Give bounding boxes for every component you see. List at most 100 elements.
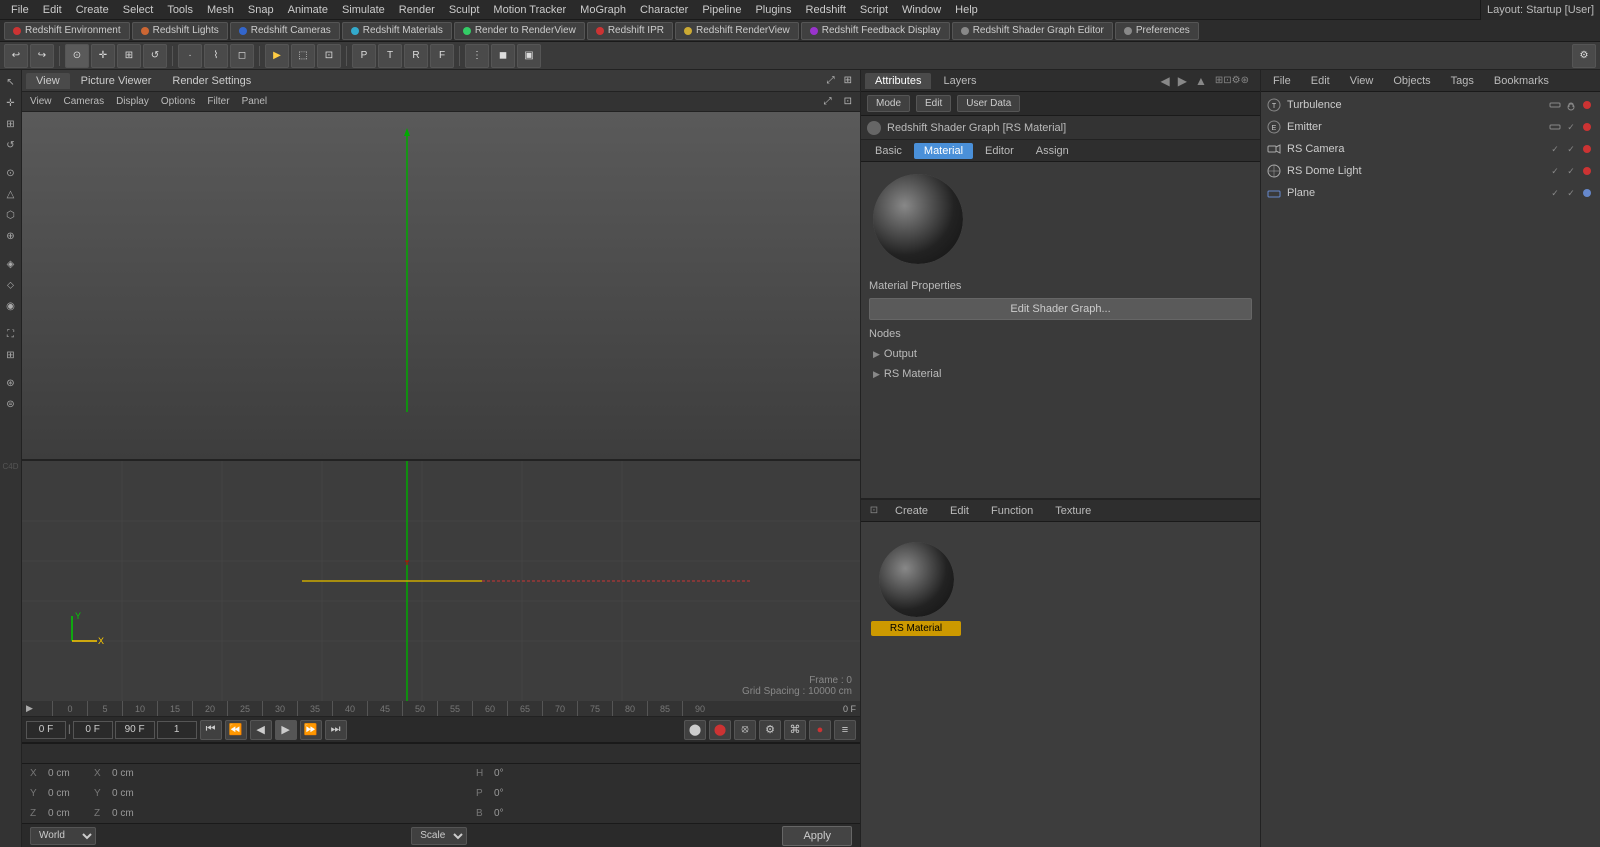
obj-tab-objects[interactable]: Objects <box>1385 73 1438 89</box>
btn-stop[interactable]: ⏩ <box>300 720 322 740</box>
rs-environment-btn[interactable]: Redshift Environment <box>4 22 130 40</box>
mat-tab-assign[interactable]: Assign <box>1026 143 1079 159</box>
frame-sub-input[interactable] <box>73 721 113 739</box>
edit-shader-btn[interactable]: Edit Shader Graph... <box>869 298 1252 320</box>
tool-edge-mode[interactable]: ⌇ <box>204 44 228 68</box>
rs-render-btn[interactable]: Render to RenderView <box>454 22 585 40</box>
tool-rotate[interactable]: ↺ <box>143 44 167 68</box>
sidebar-tool8[interactable]: ⛶ <box>1 324 21 344</box>
turbulence-red-btn[interactable] <box>1580 98 1594 112</box>
rs-renderview-btn[interactable]: Redshift RenderView <box>675 22 799 40</box>
rscamera-red-btn[interactable] <box>1580 142 1594 156</box>
attr-nav-icons[interactable]: ⊞⊡⚙⊛ <box>1212 75 1252 86</box>
scale-dropdown[interactable]: Scale <box>411 827 467 845</box>
sidebar-tool3[interactable]: ⬡ <box>1 205 21 225</box>
menu-help[interactable]: Help <box>948 2 985 18</box>
tool-poly-mode[interactable]: ◻ <box>230 44 254 68</box>
btn-prev-frame[interactable]: ⏪ <box>225 720 247 740</box>
obj-tab-bookmarks[interactable]: Bookmarks <box>1486 73 1557 89</box>
rs-prefs-btn[interactable]: Preferences <box>1115 22 1199 40</box>
domelight-check-btn[interactable]: ✓ <box>1564 164 1578 178</box>
tool-camera-front[interactable]: F <box>430 44 454 68</box>
obj-plane[interactable]: Plane ✓ ✓ <box>1263 182 1598 204</box>
obj-tab-tags[interactable]: Tags <box>1443 73 1482 89</box>
btn-key-add[interactable]: ⬤ <box>709 720 731 740</box>
attr-nav-back[interactable]: ◀ <box>1158 74 1173 88</box>
rs-ipr-btn[interactable]: Redshift IPR <box>587 22 673 40</box>
obj-tab-edit[interactable]: Edit <box>1303 73 1338 89</box>
menu-window[interactable]: Window <box>895 2 948 18</box>
vpmenu-filter[interactable]: Filter <box>203 95 233 108</box>
tool-settings[interactable]: ⚙ <box>1572 44 1596 68</box>
sidebar-select-icon[interactable]: ↖ <box>1 72 21 92</box>
shader-tab-texture[interactable]: Texture <box>1045 503 1101 519</box>
rs-materials-btn[interactable]: Redshift Materials <box>342 22 452 40</box>
node-output[interactable]: ▶ Output <box>869 344 1252 364</box>
menu-animate[interactable]: Animate <box>281 2 335 18</box>
tool-render[interactable]: ▶ <box>265 44 289 68</box>
vp-layout-btn[interactable]: ⊞ <box>840 74 856 87</box>
sidebar-tool9[interactable]: ⊞ <box>1 345 21 365</box>
rscamera-vis-btn[interactable]: ✓ <box>1548 142 1562 156</box>
mat-tab-material[interactable]: Material <box>914 143 973 159</box>
tool-undo[interactable]: ↩ <box>4 44 28 68</box>
tab-view[interactable]: View <box>26 73 70 89</box>
obj-domelight[interactable]: RS Dome Light ✓ ✓ <box>1263 160 1598 182</box>
rs-feedback-btn[interactable]: Redshift Feedback Display <box>801 22 950 40</box>
apply-button[interactable]: Apply <box>782 826 852 846</box>
sidebar-scale-icon[interactable]: ⊞ <box>1 114 21 134</box>
vp-fullscreen-btn[interactable]: ⤢ <box>820 95 836 108</box>
btn-record[interactable]: ● <box>809 720 831 740</box>
obj-tab-file[interactable]: File <box>1265 73 1299 89</box>
btn-timeline-extra[interactable]: ≡ <box>834 720 856 740</box>
menu-file[interactable]: File <box>4 2 36 18</box>
vp-split-btn[interactable]: ⊡ <box>840 95 856 108</box>
menu-select[interactable]: Select <box>116 2 161 18</box>
tool-render-active[interactable]: ⊡ <box>317 44 341 68</box>
domelight-red-btn[interactable] <box>1580 164 1594 178</box>
obj-tab-view[interactable]: View <box>1342 73 1382 89</box>
menu-create[interactable]: Create <box>69 2 116 18</box>
tool-camera-persp[interactable]: P <box>352 44 376 68</box>
btn-skip-end[interactable]: ⏭ <box>325 720 347 740</box>
vpmenu-display[interactable]: Display <box>112 95 153 108</box>
tool-render-region[interactable]: ⬚ <box>291 44 315 68</box>
attr-nav-forward[interactable]: ▶ <box>1175 74 1190 88</box>
menu-edit[interactable]: Edit <box>36 2 69 18</box>
menu-sculpt[interactable]: Sculpt <box>442 2 487 18</box>
tool-camera-top[interactable]: T <box>378 44 402 68</box>
sidebar-tool7[interactable]: ◉ <box>1 296 21 316</box>
mode-btn[interactable]: Mode <box>867 95 910 112</box>
menu-snap[interactable]: Snap <box>241 2 281 18</box>
domelight-vis-btn[interactable]: ✓ <box>1548 164 1562 178</box>
tab-layers[interactable]: Layers <box>933 73 986 89</box>
sidebar-move-icon[interactable]: ✛ <box>1 93 21 113</box>
shader-tab-function[interactable]: Function <box>981 503 1043 519</box>
vpmenu-options[interactable]: Options <box>157 95 199 108</box>
plane-vis-btn[interactable]: ✓ <box>1548 186 1562 200</box>
tool-live-select[interactable]: ⊙ <box>65 44 89 68</box>
obj-turbulence[interactable]: T Turbulence <box>1263 94 1598 116</box>
frame-end-input[interactable] <box>115 721 155 739</box>
sidebar-rotate-icon[interactable]: ↺ <box>1 135 21 155</box>
menu-mesh[interactable]: Mesh <box>200 2 241 18</box>
perspective-viewport[interactable]: Perspective Triangles 800 Quads 7 Lines … <box>22 112 860 461</box>
btn-key-remove[interactable]: ⦻ <box>734 720 756 740</box>
frame-step-input[interactable] <box>157 721 197 739</box>
btn-key-auto[interactable]: ⬤ <box>684 720 706 740</box>
menu-tools[interactable]: Tools <box>160 2 200 18</box>
shader-graph-content[interactable]: RS Material <box>861 522 1260 847</box>
vpmenu-panel[interactable]: Panel <box>238 95 272 108</box>
menu-redshift[interactable]: Redshift <box>799 2 853 18</box>
obj-emitter[interactable]: E Emitter ✓ <box>1263 116 1598 138</box>
menu-simulate[interactable]: Simulate <box>335 2 392 18</box>
mat-tab-basic[interactable]: Basic <box>865 143 912 159</box>
rs-shader-graph-btn[interactable]: Redshift Shader Graph Editor <box>952 22 1113 40</box>
btn-timeline-options[interactable]: ⚙ <box>759 720 781 740</box>
btn-play-reverse[interactable]: ◀ <box>250 720 272 740</box>
shader-tab-create[interactable]: Create <box>885 503 938 519</box>
vpmenu-cameras[interactable]: Cameras <box>60 95 109 108</box>
edit-btn[interactable]: Edit <box>916 95 951 112</box>
sidebar-tool11[interactable]: ⊜ <box>1 394 21 414</box>
tab-render-settings[interactable]: Render Settings <box>162 73 261 89</box>
